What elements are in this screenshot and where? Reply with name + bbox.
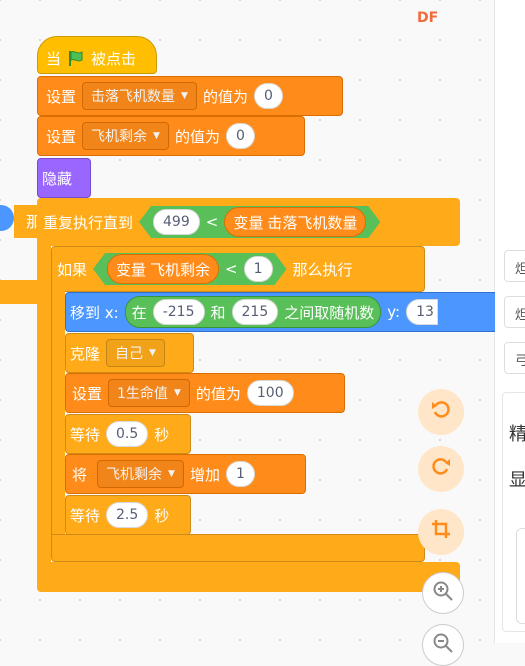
wait2-label: 等待	[70, 506, 101, 525]
clone-target: 自己	[115, 346, 144, 362]
set-remaining-variable: 飞机剩余	[91, 129, 148, 145]
set-hits-block[interactable]: 设置 击落飞机数量 ▼ 的值为 0	[37, 76, 343, 116]
random-suffix: 之间取随机数	[284, 303, 375, 322]
set-hits-label: 设置	[46, 87, 77, 106]
chevron-down-icon: ▼	[168, 469, 175, 479]
random-prefix: 在	[131, 303, 147, 322]
hat-event-label: 被点击	[91, 49, 137, 68]
hits-variable-reporter[interactable]: 变量 击落飞机数量	[224, 207, 366, 237]
change-remaining-block[interactable]: 将 飞机剩余 ▼ 增加 1	[65, 454, 306, 494]
create-clone-block[interactable]: 克隆 自己 ▼	[65, 333, 194, 373]
right-panel-item-3[interactable]: 弓	[504, 342, 525, 374]
set-remaining-variable-dropdown[interactable]: 飞机剩余 ▼	[82, 122, 169, 150]
repeat-until-arm	[37, 244, 51, 576]
set-hits-variable: 击落飞机数量	[91, 89, 176, 105]
goto-y-input[interactable]: 13	[406, 299, 438, 325]
zoom-out-button[interactable]	[422, 624, 464, 666]
goto-label: 移到 x:	[70, 303, 119, 322]
set-life-variable-dropdown[interactable]: 1生命值 ▼	[108, 379, 190, 407]
remaining-variable-name: 飞机剩余	[150, 260, 211, 279]
hits-variable-prefix: 变量	[233, 213, 264, 232]
chevron-down-icon: ▼	[173, 388, 181, 398]
hits-variable-name: 击落飞机数量	[267, 213, 358, 232]
right-panel-label-1: 精	[509, 424, 525, 445]
remaining-variable-reporter[interactable]: 变量 飞机剩余	[107, 254, 219, 284]
watermark-logo: DF	[417, 10, 439, 26]
crop-icon	[430, 518, 452, 546]
right-panel-label-2: 显	[509, 470, 525, 491]
random-and: 和	[210, 303, 226, 322]
if-then-label: 那么执行	[292, 260, 353, 279]
if-block-arm	[51, 290, 65, 546]
chevron-down-icon: ▼	[149, 348, 156, 358]
goto-xy-block[interactable]: 移到 x: 在 -215 和 215 之间取随机数 y: 13	[65, 292, 495, 332]
less-than-condition[interactable]: 499 < 变量 击落飞机数量	[139, 206, 380, 238]
set-life-block[interactable]: 设置 1生命值 ▼ 的值为 100	[65, 373, 345, 413]
if-label: 如果	[57, 260, 88, 279]
set-life-value-input[interactable]: 100	[246, 380, 294, 406]
zoom-in-button[interactable]	[422, 572, 464, 614]
random-to-input[interactable]: 215	[231, 299, 279, 325]
set-hits-variable-dropdown[interactable]: 击落飞机数量 ▼	[82, 82, 197, 110]
random-from-input[interactable]: -215	[152, 299, 205, 325]
change-action: 增加	[189, 465, 220, 484]
set-hits-value-input[interactable]: 0	[253, 83, 283, 109]
wait1-value-input[interactable]: 0.5	[106, 421, 149, 447]
zoom-out-icon	[432, 632, 454, 659]
right-panel-item-2[interactable]: 炟	[504, 296, 525, 328]
clone-target-dropdown[interactable]: 自己 ▼	[106, 339, 165, 367]
set-life-suffix: 的值为	[195, 384, 241, 403]
set-remaining-label: 设置	[46, 127, 77, 146]
offscreen-motion-block[interactable]	[0, 205, 14, 231]
wait2-value-input[interactable]: 2.5	[106, 502, 149, 528]
chevron-down-icon: ▼	[153, 131, 160, 141]
change-variable-dropdown[interactable]: 飞机剩余 ▼	[97, 460, 184, 488]
hat-when-label: 当	[46, 49, 62, 68]
set-remaining-value-input[interactable]: 0	[225, 123, 255, 149]
redo-icon	[430, 455, 452, 483]
set-hits-suffix: 的值为	[202, 87, 248, 106]
clone-label: 克隆	[70, 344, 101, 363]
wait1-label: 等待	[70, 425, 101, 444]
set-life-variable: 1生命值	[117, 386, 168, 402]
if-block-bottom	[51, 534, 425, 562]
if-operator: <	[225, 260, 238, 278]
right-panel-inner-card	[516, 528, 525, 624]
if-header: 如果 变量 飞机剩余 < 1 那么执行	[57, 252, 359, 286]
remaining-variable-prefix: 变量	[116, 260, 147, 279]
right-panel-item-1[interactable]: 炟	[504, 250, 525, 282]
undo-button[interactable]	[418, 389, 464, 435]
green-flag-icon	[67, 49, 85, 67]
repeat-until-label: 重复执行直到	[43, 213, 134, 232]
zoom-in-icon	[432, 580, 454, 607]
change-value-input[interactable]: 1	[225, 461, 255, 487]
repeat-until-bottom	[37, 562, 460, 592]
crop-button[interactable]	[418, 509, 464, 555]
when-flag-clicked-block[interactable]: 当 被点击	[37, 36, 157, 74]
if-less-than-condition[interactable]: 变量 飞机剩余 < 1	[93, 253, 287, 285]
change-variable: 飞机剩余	[106, 467, 163, 483]
set-life-label: 设置	[72, 384, 103, 403]
set-remaining-block[interactable]: 设置 飞机剩余 ▼ 的值为 0	[37, 116, 305, 156]
wait2-unit: 秒	[154, 506, 170, 525]
pick-random-reporter[interactable]: 在 -215 和 215 之间取随机数	[124, 296, 382, 328]
set-remaining-suffix: 的值为	[174, 127, 220, 146]
hide-label: 隐藏	[42, 169, 73, 188]
change-label: 将	[72, 465, 88, 484]
redo-button[interactable]	[418, 446, 464, 492]
hide-block[interactable]: 隐藏	[37, 158, 91, 198]
repeat-operator: <	[205, 213, 219, 231]
wait1-unit: 秒	[154, 425, 170, 444]
wait-block-1[interactable]: 等待 0.5 秒	[65, 414, 191, 454]
wait-block-2[interactable]: 等待 2.5 秒	[65, 495, 191, 535]
chevron-down-icon: ▼	[181, 91, 188, 101]
goto-y-label: y:	[387, 303, 401, 321]
if-value-input[interactable]: 1	[244, 256, 273, 282]
repeat-until-header: 重复执行直到 499 < 变量 击落飞机数量	[43, 204, 380, 240]
undo-icon	[430, 398, 452, 426]
repeat-left-value-input[interactable]: 499	[153, 209, 200, 235]
offscreen-control-arm	[0, 280, 40, 304]
